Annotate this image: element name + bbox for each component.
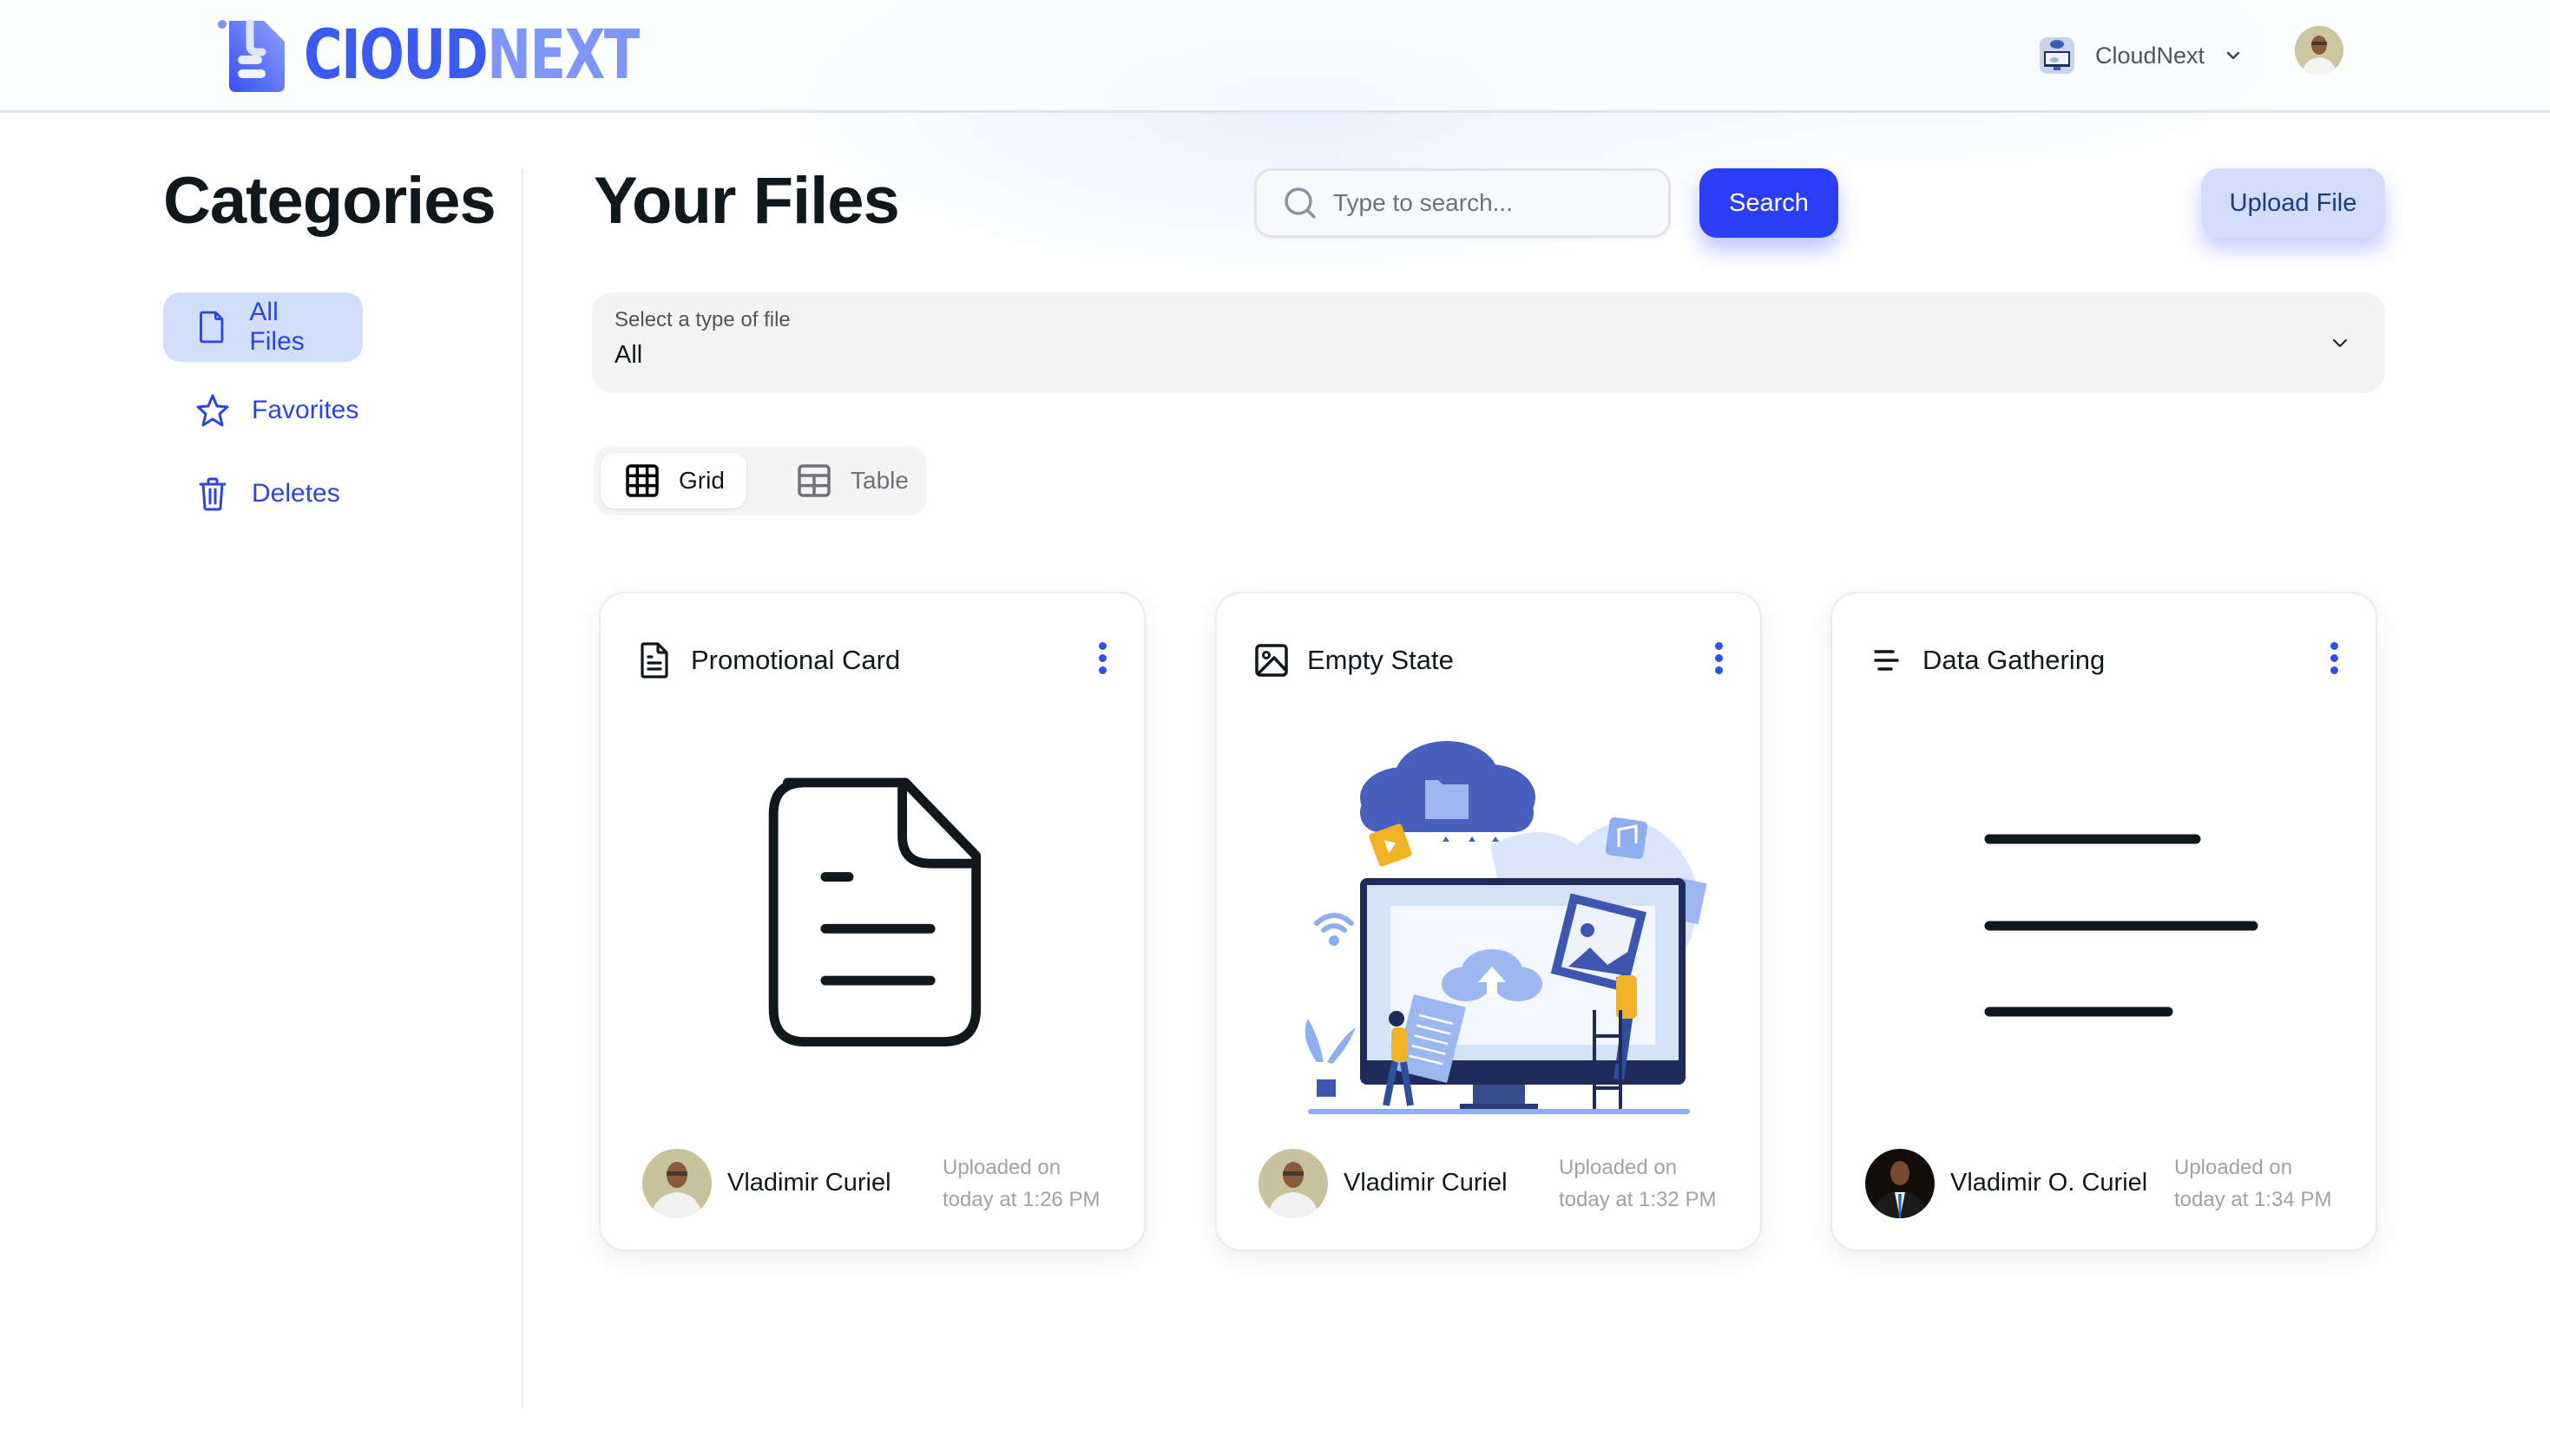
- sidebar-item-all-files[interactable]: All Files: [163, 292, 363, 362]
- file-card[interactable]: Promotional Card Vladimir Curiel Uploade…: [599, 592, 1146, 1251]
- document-preview: [635, 724, 1113, 1105]
- logo-text-next: NEXT: [487, 16, 640, 95]
- uploader-name: Vladimir O. Curiel: [1950, 1169, 2148, 1197]
- sidebar-divider: [522, 169, 523, 1408]
- sidebar-item-favorites[interactable]: Favorites: [163, 376, 386, 445]
- upload-label: Uploaded on: [1559, 1155, 1678, 1179]
- top-nav: CIOUDNEXT CloudNext: [0, 0, 2550, 113]
- sidebar-title: Categories: [163, 164, 496, 238]
- more-options-icon[interactable]: [1710, 642, 1727, 680]
- upload-file-button[interactable]: Upload File: [2201, 168, 2385, 238]
- view-toggle: Grid Table: [594, 446, 927, 515]
- logo-text-cloud: CIOUD: [304, 16, 489, 95]
- search-field[interactable]: [1254, 168, 1671, 238]
- uploader-avatar: [1259, 1149, 1328, 1218]
- text-lines-icon: [1874, 650, 1899, 671]
- sidebar-item-label: Deletes: [252, 479, 340, 508]
- upload-time: today at 1:32 PM: [1559, 1188, 1717, 1211]
- file-card[interactable]: Data Gathering Vladimir O. Curiel Upload…: [1830, 592, 2377, 1251]
- upload-label: Uploaded on: [2174, 1155, 2293, 1179]
- org-switcher[interactable]: CloudNext: [2040, 35, 2243, 76]
- star-icon: [196, 394, 229, 427]
- logo-file-icon: [217, 17, 286, 94]
- uploader-name: Vladimir Curiel: [727, 1169, 891, 1197]
- card-footer: Vladimir Curiel Uploaded on today at 1:3…: [1259, 1149, 1729, 1218]
- file-type-select-value: All: [614, 341, 643, 369]
- card-header: Promotional Card: [637, 639, 1107, 682]
- chevron-down-icon: [2332, 338, 2348, 348]
- upload-label: Uploaded on: [943, 1155, 1061, 1179]
- file-card[interactable]: Empty State Vladimir Curiel Uploaded on …: [1215, 592, 1762, 1251]
- card-footer: Vladimir O. Curiel Uploaded on today at …: [1865, 1149, 2344, 1218]
- uploader-avatar: [642, 1149, 712, 1218]
- tab-table[interactable]: Table: [776, 453, 915, 508]
- image-icon: [1255, 644, 1288, 677]
- page-title: Your Files: [594, 164, 900, 238]
- upload-timestamp: Uploaded on today at 1:26 PM: [943, 1151, 1100, 1216]
- upload-timestamp: Uploaded on today at 1:34 PM: [2174, 1151, 2331, 1216]
- card-header: Empty State: [1253, 639, 1724, 682]
- more-options-icon[interactable]: [1094, 642, 1111, 680]
- card-header: Data Gathering: [1869, 639, 2339, 682]
- trash-icon: [199, 477, 227, 511]
- logo-text: CIOUDNEXT: [304, 22, 640, 89]
- user-avatar[interactable]: [2295, 26, 2343, 75]
- tab-label: Table: [851, 467, 909, 494]
- chevron-down-icon: [2226, 51, 2240, 60]
- cloud-illustration-icon: [2040, 37, 2074, 74]
- upload-time: today at 1:26 PM: [943, 1188, 1101, 1211]
- uploader-name: Vladimir Curiel: [1344, 1169, 1508, 1197]
- sidebar-item-deletes[interactable]: Deletes: [163, 459, 368, 528]
- file-title: Empty State: [1307, 645, 1454, 675]
- card-footer: Vladimir Curiel Uploaded on today at 1:2…: [642, 1149, 1113, 1218]
- search-input[interactable]: [1333, 189, 1646, 217]
- grid-icon: [626, 464, 659, 497]
- file-title: Data Gathering: [1922, 645, 2106, 675]
- upload-time: today at 1:34 PM: [2174, 1188, 2332, 1211]
- document-icon: [641, 642, 668, 679]
- search-button[interactable]: Search: [1699, 168, 1838, 238]
- file-icon: [200, 311, 224, 344]
- upload-timestamp: Uploaded on today at 1:32 PM: [1559, 1151, 1716, 1216]
- search-icon: [1285, 187, 1316, 219]
- more-options-icon[interactable]: [2325, 642, 2343, 680]
- file-title: Promotional Card: [691, 645, 901, 675]
- table-icon: [798, 464, 831, 497]
- file-type-select-label: Select a type of file: [614, 308, 791, 331]
- file-type-select[interactable]: Select a type of file All: [592, 292, 2385, 393]
- logo[interactable]: CIOUDNEXT: [217, 16, 733, 95]
- sidebar-item-label: Favorites: [252, 396, 359, 424]
- tab-grid[interactable]: Grid: [601, 453, 746, 508]
- cloud-upload-illustration: [1252, 724, 1729, 1114]
- sidebar-item-label: All Files: [249, 298, 305, 356]
- uploader-avatar: [1865, 1149, 1935, 1218]
- text-lines-preview: [1867, 724, 2344, 1105]
- tab-label: Grid: [679, 467, 725, 494]
- org-name: CloudNext: [2095, 42, 2205, 69]
